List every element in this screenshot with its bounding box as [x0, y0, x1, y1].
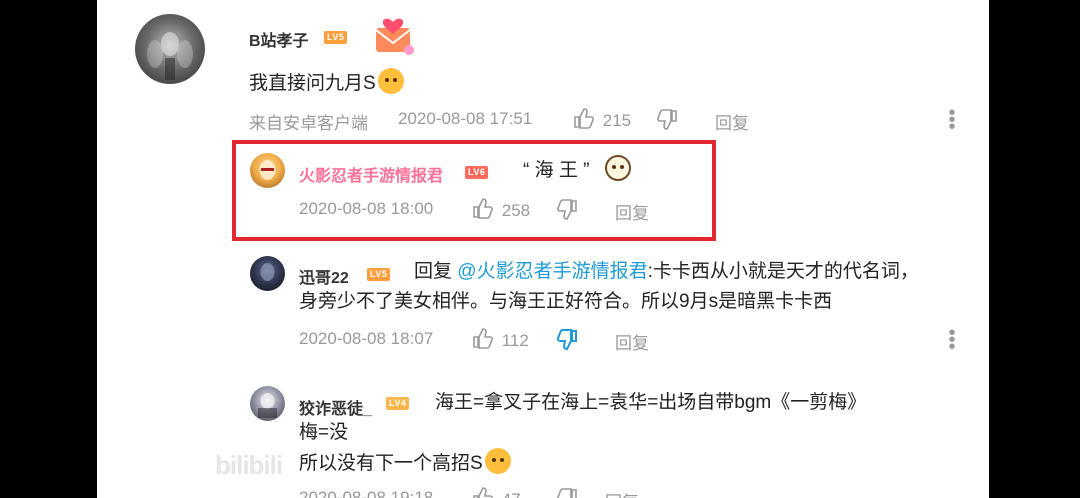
thumbs-up-icon [473, 198, 493, 219]
avatar-art-icon [260, 263, 275, 281]
avatar-art-icon [258, 393, 277, 418]
like-count: 112 [501, 331, 529, 350]
watermark: bilibili [215, 450, 283, 480]
like-button[interactable]: 215 [572, 107, 631, 131]
reply-button[interactable]: 回复 [615, 199, 649, 224]
dislike-button[interactable] [557, 199, 579, 223]
highlight-box [232, 140, 716, 241]
reply-text-content: 所以没有下一个高招S [299, 453, 483, 474]
reply-text-tail: :卡卡西从小就是天才的代名词， [647, 261, 919, 282]
more-options-icon[interactable]: • • • [944, 323, 960, 357]
reply-text-line2: 梅=没 [299, 422, 349, 443]
like-button[interactable]: 47 [471, 486, 521, 498]
comment-text-content: 我直接问九月S [249, 73, 376, 94]
doge-emoji-icon [484, 448, 511, 474]
like-count: 215 [602, 111, 632, 130]
reply-text-content: “ 海 王 ” [523, 160, 590, 181]
avatar-art-icon [259, 160, 276, 180]
avatar[interactable] [135, 14, 205, 84]
comment-panel: B站孝子 LV5 我直接问九月S 来自安卓客户端 2020-08-08 17:5… [97, 0, 989, 498]
reply-time: 2020-08-08 19:18 [299, 488, 434, 498]
like-count: 47 [502, 490, 521, 498]
reply-prefix: 回复 [414, 261, 453, 282]
mention-link[interactable]: @火影忍者手游情报君 [457, 261, 647, 282]
thumbs-down-icon [557, 488, 577, 498]
thumbs-down-icon [557, 199, 577, 220]
reply-avatar[interactable] [250, 256, 285, 291]
comment-source: 来自安卓客户端 [249, 114, 368, 133]
level-badge: LV6 [465, 166, 489, 179]
gift-icon [373, 16, 415, 63]
reply-avatar[interactable] [250, 386, 285, 421]
doge-emoji-icon [377, 68, 404, 94]
reply-text-line2: 身旁少不了美女相伴。与海王正好符合。所以9月s是暗黑卡卡西 [299, 291, 833, 312]
dislike-button-active[interactable] [557, 329, 579, 353]
dog-emoji-icon [604, 155, 631, 181]
dislike-button[interactable] [657, 109, 679, 133]
level-badge: LV5 [324, 31, 348, 44]
reply-text-line1: 回复 @火影忍者手游情报君:卡卡西从小就是天才的代名词， [414, 257, 919, 287]
reply-text-line3: 所以没有下一个高招S [299, 448, 511, 479]
reply-time: 2020-08-08 18:00 [299, 199, 434, 218]
thumbs-up-icon [473, 487, 493, 498]
reply-text: “ 海 王 ” [523, 155, 631, 186]
reply-username[interactable]: 迅哥22 [299, 264, 349, 288]
level-badge: LV5 [367, 268, 391, 281]
more-options-icon[interactable]: • • • [944, 103, 960, 137]
reply-username[interactable]: 狡诈恶徒_ [299, 395, 372, 419]
comment-time: 2020-08-08 17:51 [398, 109, 533, 128]
thumbs-down-icon [557, 329, 577, 351]
reply-username[interactable]: 火影忍者手游情报君 [299, 162, 443, 186]
dislike-button[interactable] [557, 488, 579, 498]
thumbs-down-icon [657, 109, 677, 130]
comment-text: 我直接问九月S [249, 68, 404, 99]
level-badge: LV4 [386, 397, 410, 410]
avatar-art-icon [147, 32, 193, 80]
reply-time: 2020-08-08 18:07 [299, 329, 434, 348]
reply-button[interactable]: 回复 [715, 109, 749, 134]
like-button[interactable]: 112 [471, 327, 529, 351]
reply-button[interactable]: 回复 [615, 329, 649, 354]
comment-username[interactable]: B站孝子 [249, 27, 309, 51]
like-count: 258 [501, 201, 531, 220]
reply-avatar[interactable] [250, 153, 285, 188]
like-button[interactable]: 258 [471, 197, 530, 221]
reply-button[interactable]: 回复 [605, 488, 639, 498]
reply-text-line1: 海王=拿叉子在海上=袁华=出场自带bgm《一剪梅》 [435, 392, 867, 413]
thumbs-up-icon [574, 108, 594, 129]
thumbs-up-icon [473, 328, 493, 349]
